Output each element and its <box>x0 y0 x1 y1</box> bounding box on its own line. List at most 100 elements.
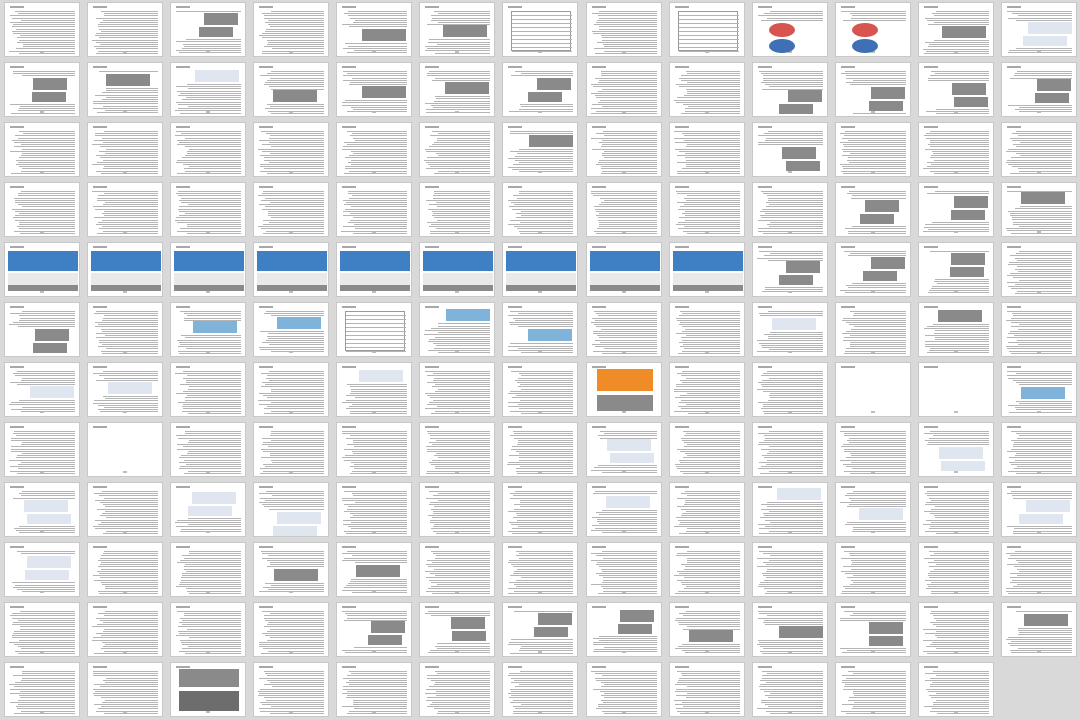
page-thumbnail-132[interactable] <box>87 602 164 657</box>
page-thumbnail-119[interactable] <box>87 542 164 597</box>
page-thumbnail-4[interactable] <box>253 2 330 57</box>
page-thumbnail-14[interactable] <box>4 62 80 117</box>
page-thumbnail-26[interactable] <box>1000 62 1077 117</box>
page-thumbnail-106[interactable] <box>87 482 164 537</box>
page-thumbnail-73[interactable] <box>585 302 662 357</box>
page-thumbnail-39[interactable] <box>1000 122 1077 177</box>
page-thumbnail-15[interactable] <box>87 62 164 117</box>
page-thumbnail-81[interactable] <box>170 362 247 417</box>
page-thumbnail-124[interactable] <box>502 542 579 597</box>
page-thumbnail-42[interactable] <box>170 182 247 237</box>
page-thumbnail-71[interactable] <box>419 302 496 357</box>
page-thumbnail-151[interactable] <box>585 662 662 717</box>
page-thumbnail-139[interactable] <box>668 602 745 657</box>
page-thumbnail-84[interactable] <box>419 362 496 417</box>
page-thumbnail-6[interactable] <box>419 2 496 57</box>
page-thumbnail-146[interactable] <box>170 662 247 717</box>
page-thumbnail-21[interactable] <box>585 62 662 117</box>
page-thumbnail-27[interactable] <box>4 122 80 177</box>
page-thumbnail-137[interactable] <box>502 602 579 657</box>
page-thumbnail-68[interactable] <box>170 302 247 357</box>
page-thumbnail-99[interactable] <box>585 422 662 477</box>
page-thumbnail-100[interactable] <box>668 422 745 477</box>
page-thumbnail-92[interactable] <box>4 422 80 477</box>
page-thumbnail-135[interactable] <box>336 602 413 657</box>
page-thumbnail-11[interactable] <box>834 2 911 57</box>
page-thumbnail-86[interactable] <box>585 362 662 417</box>
page-thumbnail-134[interactable] <box>253 602 330 657</box>
page-thumbnail-95[interactable] <box>253 422 330 477</box>
page-thumbnail-53[interactable] <box>4 242 80 297</box>
page-thumbnail-34[interactable] <box>585 122 662 177</box>
page-thumbnail-24[interactable] <box>834 62 911 117</box>
page-thumbnail-115[interactable] <box>834 482 911 537</box>
page-thumbnail-129[interactable] <box>917 542 994 597</box>
page-thumbnail-59[interactable] <box>502 242 579 297</box>
page-thumbnail-116[interactable] <box>917 482 994 537</box>
page-thumbnail-23[interactable] <box>751 62 828 117</box>
page-thumbnail-144[interactable] <box>4 662 80 717</box>
page-thumbnail-89[interactable] <box>834 362 911 417</box>
page-thumbnail-83[interactable] <box>336 362 413 417</box>
page-thumbnail-127[interactable] <box>751 542 828 597</box>
page-thumbnail-18[interactable] <box>336 62 413 117</box>
page-thumbnail-136[interactable] <box>419 602 496 657</box>
page-thumbnail-55[interactable] <box>170 242 247 297</box>
page-thumbnail-76[interactable] <box>834 302 911 357</box>
page-thumbnail-20[interactable] <box>502 62 579 117</box>
page-thumbnail-111[interactable] <box>502 482 579 537</box>
page-thumbnail-109[interactable] <box>336 482 413 537</box>
page-thumbnail-56[interactable] <box>253 242 330 297</box>
page-thumbnail-38[interactable] <box>917 122 994 177</box>
page-thumbnail-7[interactable] <box>502 2 579 57</box>
page-thumbnail-40[interactable] <box>4 182 80 237</box>
page-thumbnail-104[interactable] <box>1000 422 1077 477</box>
page-thumbnail-10[interactable] <box>751 2 828 57</box>
page-thumbnail-122[interactable] <box>336 542 413 597</box>
page-thumbnail-45[interactable] <box>419 182 496 237</box>
page-thumbnail-77[interactable] <box>917 302 994 357</box>
page-thumbnail-145[interactable] <box>87 662 164 717</box>
page-thumbnail-72[interactable] <box>502 302 579 357</box>
page-thumbnail-64[interactable] <box>917 242 994 297</box>
page-thumbnail-60[interactable] <box>585 242 662 297</box>
page-thumbnail-113[interactable] <box>668 482 745 537</box>
page-thumbnail-65[interactable] <box>1000 242 1077 297</box>
page-thumbnail-80[interactable] <box>87 362 164 417</box>
page-thumbnail-93[interactable] <box>87 422 164 477</box>
page-thumbnail-114[interactable] <box>751 482 828 537</box>
page-thumbnail-13[interactable] <box>1000 2 1077 57</box>
page-thumbnail-85[interactable] <box>502 362 579 417</box>
page-thumbnail-150[interactable] <box>502 662 579 717</box>
page-thumbnail-58[interactable] <box>419 242 496 297</box>
page-thumbnail-3[interactable] <box>170 2 247 57</box>
page-thumbnail-143[interactable] <box>1000 602 1077 657</box>
page-thumbnail-155[interactable] <box>917 662 994 717</box>
page-thumbnail-90[interactable] <box>917 362 994 417</box>
page-thumbnail-126[interactable] <box>668 542 745 597</box>
page-thumbnail-48[interactable] <box>668 182 745 237</box>
page-thumbnail-37[interactable] <box>834 122 911 177</box>
page-thumbnail-31[interactable] <box>336 122 413 177</box>
page-thumbnail-108[interactable] <box>253 482 330 537</box>
page-thumbnail-61[interactable] <box>668 242 745 297</box>
page-thumbnail-98[interactable] <box>502 422 579 477</box>
page-thumbnail-17[interactable] <box>253 62 330 117</box>
page-thumbnail-130[interactable] <box>1000 542 1077 597</box>
page-thumbnail-29[interactable] <box>170 122 247 177</box>
page-thumbnail-154[interactable] <box>834 662 911 717</box>
page-thumbnail-54[interactable] <box>87 242 164 297</box>
page-thumbnail-16[interactable] <box>170 62 247 117</box>
page-thumbnail-43[interactable] <box>253 182 330 237</box>
page-thumbnail-2[interactable] <box>87 2 164 57</box>
page-thumbnail-46[interactable] <box>502 182 579 237</box>
page-thumbnail-1[interactable] <box>4 2 80 57</box>
page-thumbnail-128[interactable] <box>834 542 911 597</box>
page-thumbnail-52[interactable] <box>1000 182 1077 237</box>
page-thumbnail-152[interactable] <box>668 662 745 717</box>
page-thumbnail-70[interactable] <box>336 302 413 357</box>
page-thumbnail-94[interactable] <box>170 422 247 477</box>
page-thumbnail-91[interactable] <box>1000 362 1077 417</box>
page-thumbnail-121[interactable] <box>253 542 330 597</box>
page-thumbnail-147[interactable] <box>253 662 330 717</box>
